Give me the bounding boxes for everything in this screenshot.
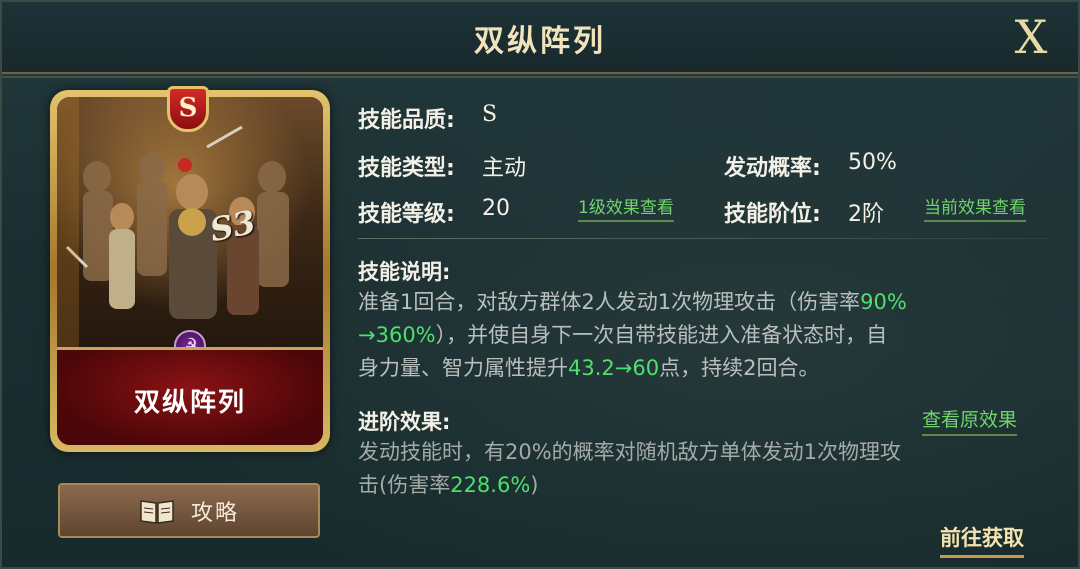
description-highlight-1: 90% (860, 290, 907, 314)
description-text: 准备1回合，对敌方群体2人发动1次物理攻击（伤害率90% →360%），并使自身… (358, 286, 1038, 385)
card-name-plate: 双纵阵列 (57, 347, 323, 445)
level-value: 20 (482, 196, 510, 221)
guide-label: 攻略 (190, 500, 239, 526)
skill-card: ☭ 双纵阵列 (50, 90, 330, 452)
card-frame: ☭ 双纵阵列 (57, 97, 323, 445)
page-title: 双纵阵列 (474, 24, 606, 59)
quality-value: S (482, 102, 498, 127)
description-text-2: ），并使自身下一次自带技能进入准备状态时，自 (435, 323, 888, 347)
rank-value: 2阶 (848, 202, 884, 227)
description-line-1: 准备1回合，对敌方群体2人发动1次物理攻击（伤害率90% (358, 286, 1038, 319)
advance-line-2: 击(伤害率228.6%) (358, 469, 1038, 502)
rate-label: 发动概率: (724, 156, 821, 181)
skill-detail-panel: 双纵阵列 X ☭ 双纵阵列 S S3 攻略 技能品质: S 技能类型: 主动 发… (0, 0, 1080, 569)
description-text-1: 准备1回合，对敌方群体2人发动1次物理攻击（伤害率 (358, 290, 861, 314)
grade-badge: S (167, 86, 209, 132)
type-label: 技能类型: (358, 156, 455, 181)
description-highlight-3: 43.2→60 (568, 356, 660, 380)
close-button[interactable]: X (1008, 12, 1054, 62)
book-icon (140, 499, 174, 524)
view-original-effect-link[interactable]: 查看原效果 (922, 405, 1018, 436)
header-bar: 双纵阵列 X (2, 2, 1078, 78)
advance-text: 发动技能时，有20%的概率对随机敌方单体发动1次物理攻 击(伤害率228.6%) (358, 436, 1038, 502)
divider (358, 238, 1048, 239)
advance-label: 进阶效果: (358, 410, 451, 434)
description-label: 技能说明: (358, 260, 451, 284)
advance-text-3: ) (530, 473, 539, 497)
advance-text-1: 发动技能时，有20%的概率对随机敌方单体发动1次物理攻 (358, 440, 902, 464)
description-text-3: 身力量、智力属性提升 (358, 356, 568, 380)
current-effect-link[interactable]: 当前效果查看 (924, 193, 1026, 222)
card-name: 双纵阵列 (133, 388, 246, 418)
level-effect-link[interactable]: 1级效果查看 (578, 193, 674, 222)
level-label: 技能等级: (358, 202, 455, 227)
advance-text-2: 击(伤害率 (358, 473, 451, 497)
description-line-3: 身力量、智力属性提升43.2→60点，持续2回合。 (358, 352, 1038, 385)
description-line-2: →360%），并使自身下一次自带技能进入准备状态时，自 (358, 319, 1038, 352)
quality-label: 技能品质: (358, 108, 455, 133)
rate-value: 50% (848, 150, 897, 175)
rank-label: 技能阶位: (724, 202, 821, 227)
type-value: 主动 (482, 156, 527, 181)
goto-obtain-button[interactable]: 前往获取 (940, 522, 1024, 558)
description-highlight-2: →360% (358, 323, 436, 347)
guide-button[interactable]: 攻略 (58, 483, 320, 538)
advance-highlight: 228.6% (450, 473, 531, 497)
card-artwork (57, 97, 323, 347)
description-text-4: 点，持续2回合。 (659, 356, 820, 380)
